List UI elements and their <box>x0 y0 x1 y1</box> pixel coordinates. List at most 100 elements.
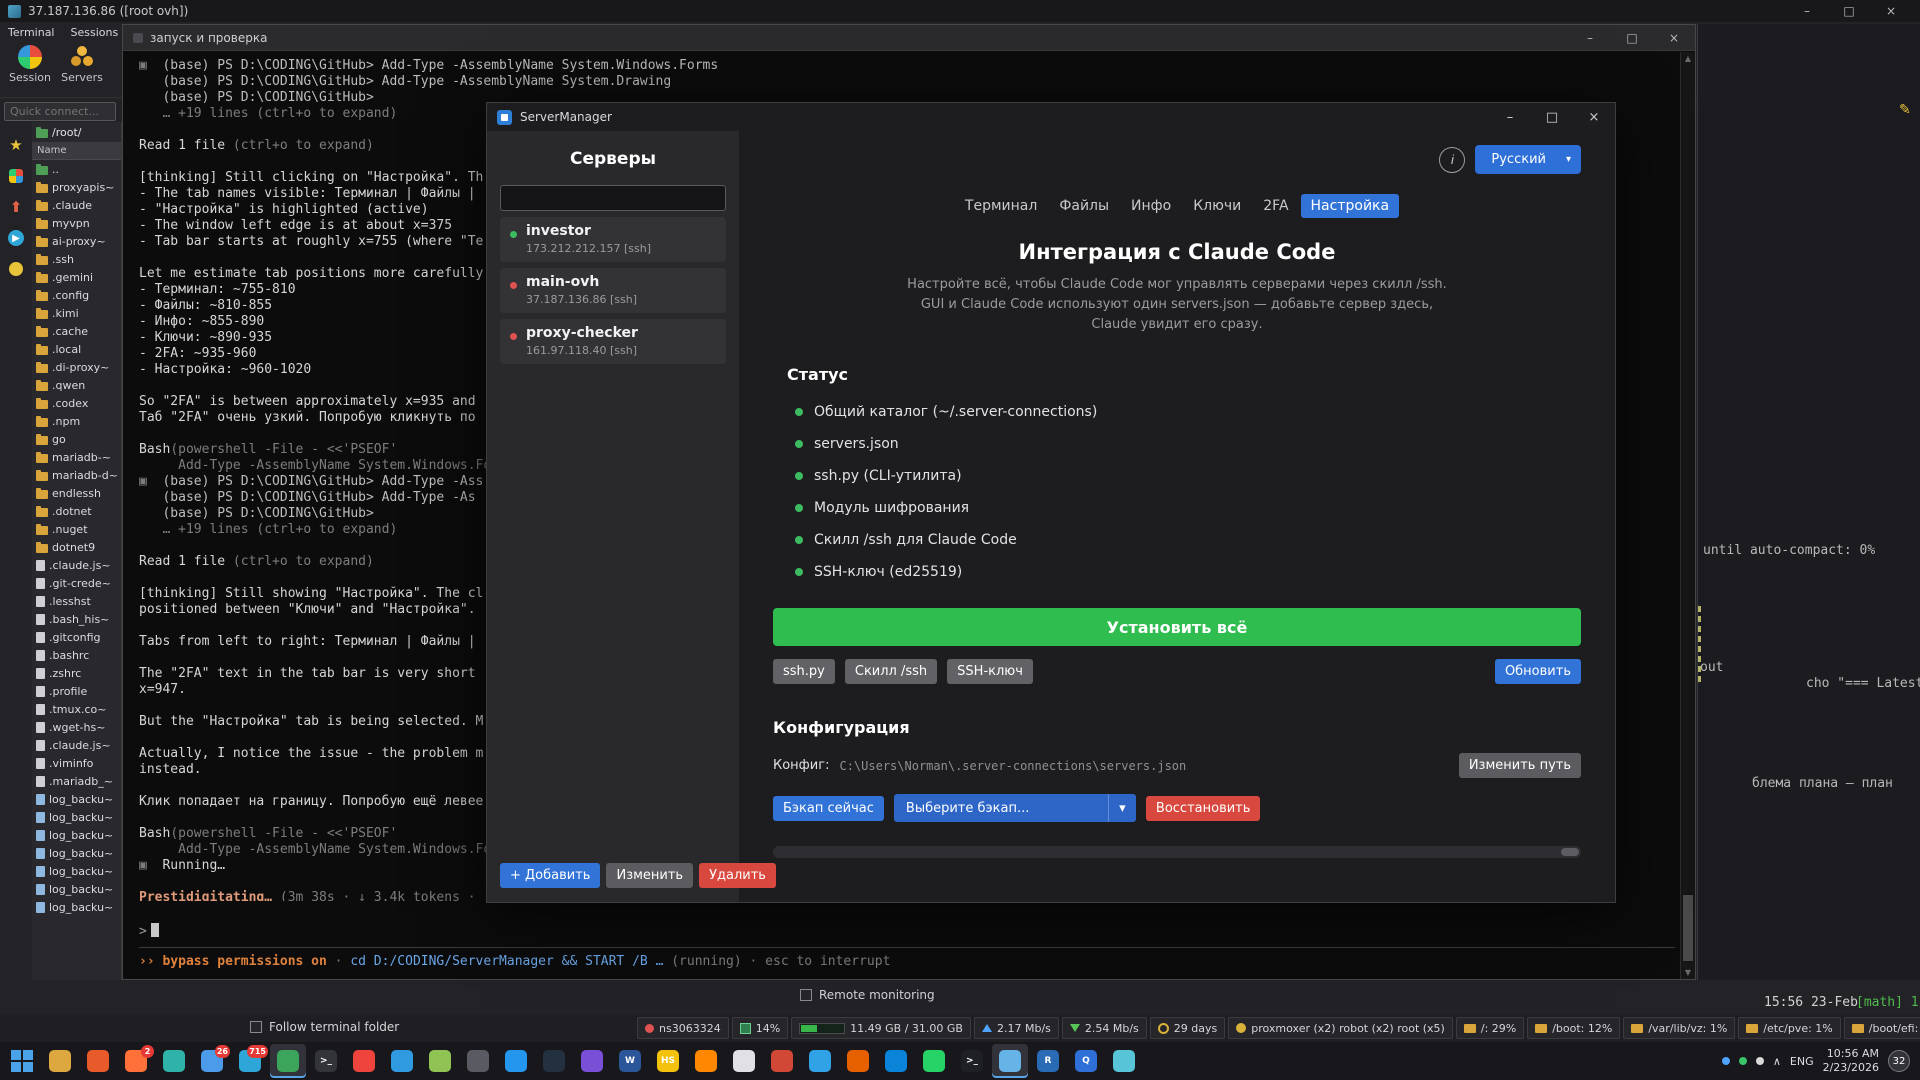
server-list-item[interactable]: proxy-checker161.97.118.40 [ssh] <box>500 319 726 364</box>
file-tree-item[interactable]: dotnet9 <box>32 538 121 556</box>
start-icon[interactable] <box>4 1044 40 1078</box>
scrollbar-thumb[interactable] <box>1683 895 1693 961</box>
file-tree-item[interactable]: log_backu~ <box>32 790 121 808</box>
file-tree-item[interactable]: go <box>32 430 121 448</box>
tab-Файлы[interactable]: Файлы <box>1049 194 1119 218</box>
mobaxterm-icon[interactable] <box>992 1044 1028 1078</box>
file-tree-item[interactable]: .qwen <box>32 376 121 394</box>
file-tree-item[interactable]: .gemini <box>32 268 121 286</box>
telegram-shortcut[interactable]: ▶ <box>7 229 25 247</box>
backup-now-button[interactable]: Бэкап сейчас <box>773 796 884 821</box>
terminal-titlebar[interactable]: запуск и проверка – □ × <box>123 25 1695 51</box>
scroll-up-icon[interactable]: ▲ <box>1681 54 1695 63</box>
vlc-icon[interactable] <box>688 1044 724 1078</box>
file-tree-item[interactable]: .zshrc <box>32 664 121 682</box>
notepad-icon[interactable] <box>422 1044 458 1078</box>
server-list-item[interactable]: main-ovh37.187.136.86 [ssh] <box>500 268 726 313</box>
file-tree-item[interactable]: .lesshst <box>32 592 121 610</box>
file-tree-item[interactable]: .tmux.co~ <box>32 700 121 718</box>
remote-monitoring-toggle[interactable]: Remote monitoring <box>800 988 935 1002</box>
file-tree-item[interactable]: log_backu~ <box>32 898 121 916</box>
file-tree-item[interactable]: mariadb-d~ <box>32 466 121 484</box>
change-path-button[interactable]: Изменить путь <box>1459 753 1581 778</box>
backup-select[interactable]: Выберите бэкап... ▾ <box>894 794 1136 822</box>
menu-terminal[interactable]: Terminal <box>8 26 55 39</box>
file-tree-item[interactable]: .mariadb_~ <box>32 772 121 790</box>
tray-app-icon[interactable] <box>1722 1057 1730 1065</box>
server-search-input[interactable] <box>500 185 726 211</box>
close-icon[interactable]: × <box>1573 103 1615 131</box>
claude-input-area[interactable]: > ›› bypass permissions on · cd D:/CODIN… <box>139 923 1675 969</box>
horizontal-scrollbar[interactable] <box>773 846 1581 858</box>
rstudio-icon[interactable]: R <box>1030 1044 1066 1078</box>
file-tree-item[interactable]: .claude <box>32 196 121 214</box>
maximize-icon[interactable]: □ <box>1828 0 1870 22</box>
file-tree-item[interactable]: .git-crede~ <box>32 574 121 592</box>
tree-column-header[interactable]: Name <box>32 142 121 160</box>
add-server-button[interactable]: + Добавить <box>500 863 600 888</box>
info-icon[interactable]: i <box>1439 147 1465 173</box>
browser-profile-icon[interactable] <box>726 1044 762 1078</box>
snipping-tool-icon[interactable] <box>1106 1044 1142 1078</box>
code-editor-icon[interactable] <box>270 1044 306 1078</box>
file-tree-item[interactable]: .. <box>32 160 121 178</box>
close-icon[interactable]: × <box>1870 0 1912 22</box>
file-explorer-icon[interactable] <box>42 1044 78 1078</box>
menu-sessions[interactable]: Sessions <box>71 26 119 39</box>
file-tree-item[interactable]: .wget-hs~ <box>32 718 121 736</box>
file-tree-item[interactable]: log_backu~ <box>32 808 121 826</box>
file-tree-item[interactable]: proxyapis~ <box>32 178 121 196</box>
file-tree-item[interactable]: .ssh <box>32 250 121 268</box>
quick-connect-input[interactable] <box>4 102 116 121</box>
whatsapp-icon[interactable] <box>916 1044 952 1078</box>
language-selector[interactable]: Русский ▾ <box>1475 145 1581 174</box>
telegram-icon[interactable]: 715 <box>232 1044 268 1078</box>
file-tree-item[interactable]: .npm <box>32 412 121 430</box>
file-tree-item[interactable]: log_backu~ <box>32 826 121 844</box>
taskbar-clock[interactable]: 10:56 AM 2/23/2026 <box>1823 1047 1879 1075</box>
file-tree-item[interactable]: .local <box>32 340 121 358</box>
tray-app-icon[interactable] <box>1739 1057 1747 1065</box>
docker-icon[interactable] <box>498 1044 534 1078</box>
file-tree-item[interactable]: .claude.js~ <box>32 556 121 574</box>
firefox-2-icon[interactable] <box>840 1044 876 1078</box>
file-tree-item[interactable]: .nuget <box>32 520 121 538</box>
file-tree-item[interactable]: log_backu~ <box>32 880 121 898</box>
refresh-button[interactable]: Обновить <box>1495 659 1581 684</box>
terminal-app-icon[interactable]: >_ <box>308 1044 344 1078</box>
terminal-scrollbar[interactable]: ▲ ▼ <box>1680 52 1695 979</box>
telegram-2-icon[interactable] <box>802 1044 838 1078</box>
tray-app-icon[interactable] <box>1756 1057 1764 1065</box>
tab-Ключи[interactable]: Ключи <box>1183 194 1251 218</box>
file-tree-item[interactable]: .profile <box>32 682 121 700</box>
brave-browser-icon[interactable] <box>80 1044 116 1078</box>
follow-terminal-folder-toggle[interactable]: Follow terminal folder <box>250 1020 399 1034</box>
file-tree-item[interactable]: .dotnet <box>32 502 121 520</box>
edge-2-icon[interactable] <box>878 1044 914 1078</box>
sftp-upload-icon[interactable]: ⬆ <box>7 198 25 216</box>
component-button[interactable]: SSH-ключ <box>947 659 1033 684</box>
minimize-icon[interactable]: – <box>1569 27 1611 49</box>
sessions-grid-button[interactable] <box>7 167 25 185</box>
media-player-icon[interactable] <box>574 1044 610 1078</box>
language-indicator[interactable]: ENG <box>1790 1055 1814 1068</box>
server-manager-titlebar[interactable]: ServerManager – □ × <box>487 103 1615 131</box>
macro-button[interactable] <box>7 260 25 278</box>
component-button[interactable]: Скилл /ssh <box>845 659 937 684</box>
file-tree-item[interactable]: ai-proxy~ <box>32 232 121 250</box>
edge-icon[interactable] <box>156 1044 192 1078</box>
notification-count-badge[interactable]: 32 <box>1888 1050 1910 1072</box>
terminal-2-icon[interactable]: >_ <box>954 1044 990 1078</box>
file-tree-item[interactable]: .viminfo <box>32 754 121 772</box>
obs-icon[interactable] <box>460 1044 496 1078</box>
file-tree-item[interactable]: .kimi <box>32 304 121 322</box>
gmail-icon[interactable] <box>764 1044 800 1078</box>
scroll-down-icon[interactable]: ▼ <box>1681 968 1695 977</box>
scrollbar-thumb[interactable] <box>1561 848 1579 856</box>
file-tree-item[interactable]: .codex <box>32 394 121 412</box>
file-tree-item[interactable]: .bashrc <box>32 646 121 664</box>
hidden-icons-chevron-icon[interactable]: ∧ <box>1773 1055 1781 1068</box>
tab-Терминал[interactable]: Терминал <box>955 194 1047 218</box>
chrome-icon[interactable]: 26 <box>194 1044 230 1078</box>
favorites-star-icon[interactable]: ★ <box>7 136 25 154</box>
